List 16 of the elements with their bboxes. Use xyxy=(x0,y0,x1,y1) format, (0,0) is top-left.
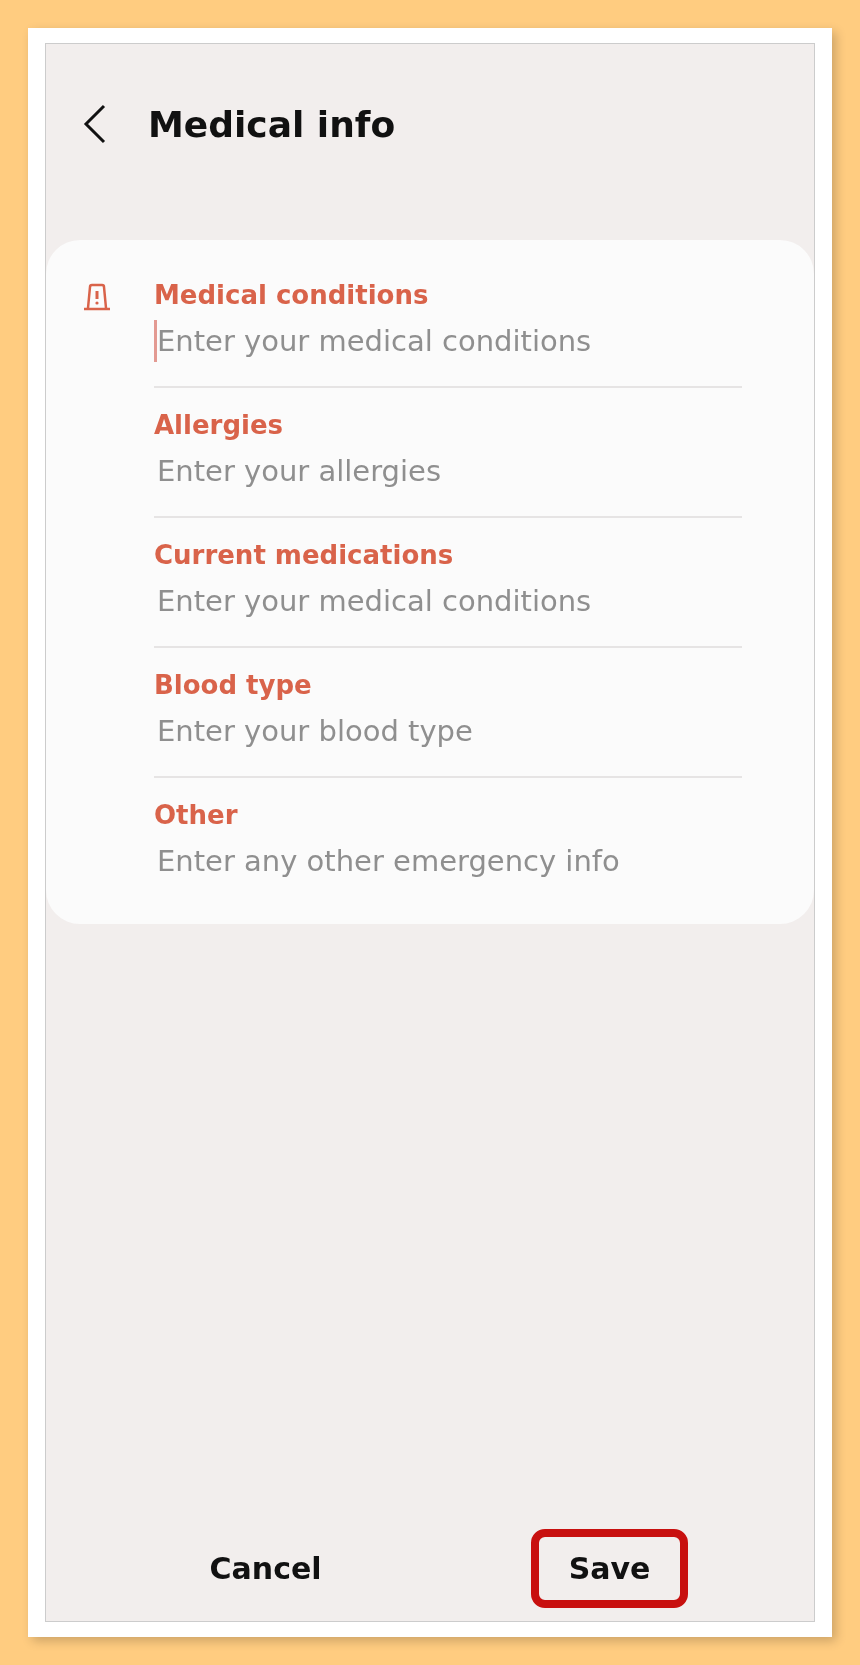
page-title: Medical info xyxy=(148,103,396,145)
field-label: Other xyxy=(154,800,239,830)
input-field[interactable]: Enter your medical conditions xyxy=(154,580,742,622)
back-button[interactable] xyxy=(82,104,108,144)
field-label: Allergies xyxy=(154,410,285,440)
input-field[interactable]: Enter your blood type xyxy=(154,710,742,752)
input-field[interactable]: Enter your medical conditions xyxy=(154,320,742,362)
siren-icon xyxy=(82,282,112,312)
input-field[interactable]: Enter any other emergency info xyxy=(154,840,742,882)
input-field[interactable]: Enter your allergies xyxy=(154,450,742,492)
back-icon xyxy=(82,104,108,144)
field-label: Medical conditions xyxy=(154,280,430,310)
field-label: Current medications xyxy=(154,540,455,570)
field-label: Blood type xyxy=(154,670,313,700)
cancel-button[interactable]: Cancel xyxy=(171,1528,360,1608)
save-button[interactable]: Save xyxy=(530,1528,689,1608)
